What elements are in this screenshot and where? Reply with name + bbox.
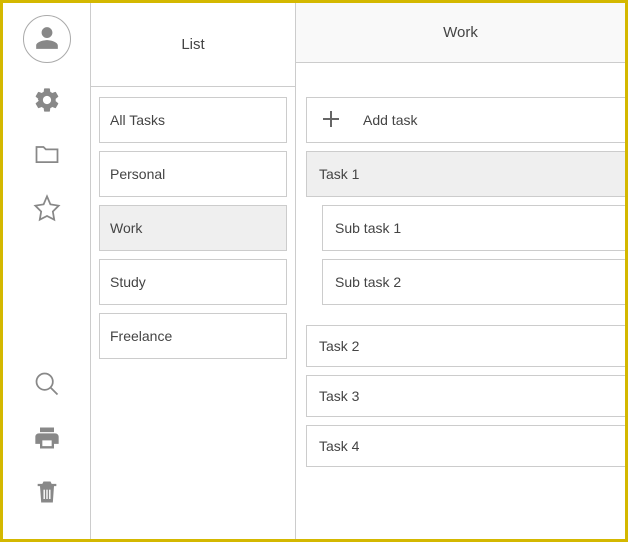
star-button[interactable] (31, 193, 63, 225)
work-body: Add task Task 1 Sub task 1 Sub task 2 Ta… (296, 87, 625, 539)
work-panel-header: Work (296, 3, 625, 63)
task-row[interactable]: Task 4 (306, 425, 625, 467)
search-icon (33, 370, 61, 401)
icon-sidebar (3, 3, 91, 539)
settings-button[interactable] (31, 85, 63, 117)
list-panel-title: List (181, 36, 204, 53)
trash-button[interactable] (31, 477, 63, 509)
subtask-row[interactable]: Sub task 2 (322, 259, 625, 305)
list-item-label: Personal (110, 166, 165, 182)
folder-icon (33, 140, 61, 171)
subtask-row[interactable]: Sub task 1 (322, 205, 625, 251)
subtask-label: Sub task 2 (335, 274, 401, 290)
user-icon (34, 25, 60, 54)
avatar[interactable] (23, 15, 71, 63)
work-panel: Work Add task Task 1 Sub task 1 Sub task… (296, 3, 625, 539)
folder-button[interactable] (31, 139, 63, 171)
list-item-freelance[interactable]: Freelance (99, 313, 287, 359)
task-label: Task 2 (319, 338, 359, 354)
subtask-label: Sub task 1 (335, 220, 401, 236)
list-item-study[interactable]: Study (99, 259, 287, 305)
print-icon (33, 424, 61, 455)
task-row[interactable]: Task 1 (306, 151, 625, 197)
add-task-label: Add task (363, 112, 417, 128)
list-item-label: Work (110, 220, 142, 236)
plus-icon (319, 107, 343, 134)
list-panel: List All Tasks Personal Work Study Freel… (91, 3, 296, 539)
list-body: All Tasks Personal Work Study Freelance (91, 87, 296, 539)
add-task-button[interactable]: Add task (306, 97, 625, 143)
trash-icon (33, 478, 61, 509)
task-label: Task 1 (319, 166, 359, 182)
star-icon (33, 194, 61, 225)
gear-icon (33, 86, 61, 117)
list-item-label: Freelance (110, 328, 172, 344)
list-item-work[interactable]: Work (99, 205, 287, 251)
task-row[interactable]: Task 3 (306, 375, 625, 417)
list-panel-header: List (91, 3, 296, 87)
list-item-label: All Tasks (110, 112, 165, 128)
list-item-personal[interactable]: Personal (99, 151, 287, 197)
print-button[interactable] (31, 423, 63, 455)
task-label: Task 3 (319, 388, 359, 404)
app-root: List All Tasks Personal Work Study Freel… (0, 0, 628, 542)
task-label: Task 4 (319, 438, 359, 454)
work-panel-title: Work (443, 24, 478, 41)
list-item-label: Study (110, 274, 146, 290)
task-row[interactable]: Task 2 (306, 325, 625, 367)
search-button[interactable] (31, 369, 63, 401)
list-item-all-tasks[interactable]: All Tasks (99, 97, 287, 143)
